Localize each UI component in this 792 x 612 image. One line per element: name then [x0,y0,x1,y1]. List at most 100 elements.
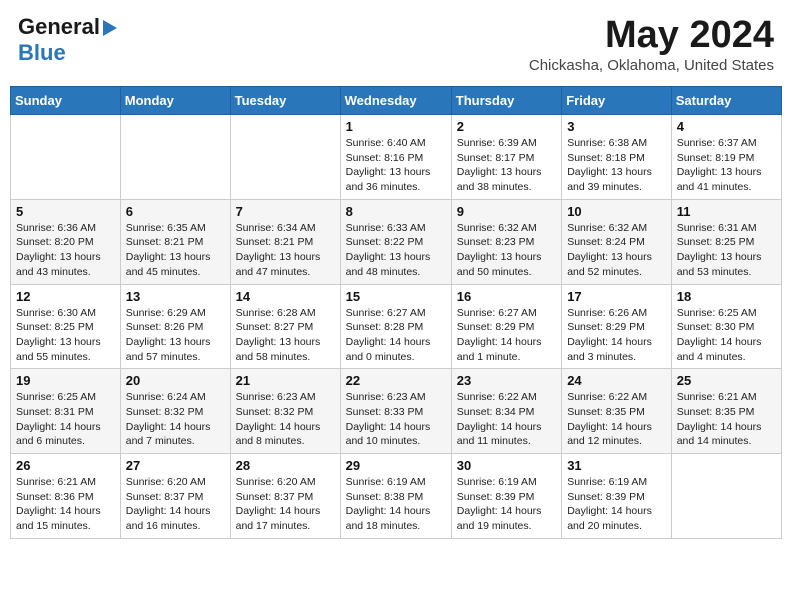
day-info: Sunrise: 6:19 AMSunset: 8:39 PMDaylight:… [567,475,666,534]
day-number: 23 [457,373,556,388]
calendar-day-header: Saturday [671,87,781,115]
day-number: 4 [677,119,776,134]
calendar-day-header: Wednesday [340,87,451,115]
calendar-cell: 1Sunrise: 6:40 AMSunset: 8:16 PMDaylight… [340,115,451,200]
calendar-cell: 15 Sunrise: 6:27 AMSunset: 8:28 PMDayligh… [340,284,451,369]
calendar-cell: 13 Sunrise: 6:29 AMSunset: 8:26 PMDayligh… [120,284,230,369]
calendar-week-row: 1Sunrise: 6:40 AMSunset: 8:16 PMDaylight… [11,115,782,200]
calendar-cell: 3 Sunrise: 6:38 AMSunset: 8:18 PMDaylight… [562,115,672,200]
calendar-cell: 22Sunrise: 6:23 AMSunset: 8:33 PMDayligh… [340,369,451,454]
day-number: 15 [346,289,446,304]
day-info: Sunrise: 6:21 AMSunset: 8:36 PMDaylight:… [16,475,115,534]
calendar-day-header: Thursday [451,87,561,115]
day-number: 25 [677,373,776,388]
day-info: Sunrise: 6:20 AMSunset: 8:37 PMDaylight:… [236,475,335,534]
day-number: 6 [126,204,225,219]
day-info: Sunrise: 6:24 AMSunset: 8:32 PMDaylight:… [126,390,225,449]
calendar-cell: 4 Sunrise: 6:37 AMSunset: 8:19 PMDaylight… [671,115,781,200]
calendar-cell: 23Sunrise: 6:22 AMSunset: 8:34 PMDayligh… [451,369,561,454]
calendar-cell: 12 Sunrise: 6:30 AMSunset: 8:25 PMDayligh… [11,284,121,369]
day-info: Sunrise: 6:23 AMSunset: 8:33 PMDaylight:… [346,390,446,449]
day-info: Sunrise: 6:19 AMSunset: 8:39 PMDaylight:… [457,475,556,534]
day-number: 12 [16,289,115,304]
calendar-cell: 17 Sunrise: 6:26 AMSunset: 8:29 PMDayligh… [562,284,672,369]
day-number: 3 [567,119,666,134]
logo: General Blue [18,14,117,66]
day-info: Sunrise: 6:27 AMSunset: 8:28 PMDaylight:… [346,306,446,365]
day-number: 31 [567,458,666,473]
day-number: 5 [16,204,115,219]
calendar-cell: 26 Sunrise: 6:21 AMSunset: 8:36 PMDayligh… [11,454,121,539]
calendar-cell: 27Sunrise: 6:20 AMSunset: 8:37 PMDayligh… [120,454,230,539]
day-info: Sunrise: 6:29 AMSunset: 8:26 PMDaylight:… [126,306,225,365]
day-info: Sunrise: 6:25 AMSunset: 8:31 PMDaylight:… [16,390,115,449]
day-number: 2 [457,119,556,134]
calendar-day-header: Friday [562,87,672,115]
logo-general: General [18,14,100,40]
day-info: Sunrise: 6:35 AMSunset: 8:21 PMDaylight:… [126,221,225,280]
calendar-cell: 5 Sunrise: 6:36 AMSunset: 8:20 PMDaylight… [11,199,121,284]
day-info: Sunrise: 6:26 AMSunset: 8:29 PMDaylight:… [567,306,666,365]
day-info: Sunrise: 6:32 AMSunset: 8:24 PMDaylight:… [567,221,666,280]
calendar-cell: 18 Sunrise: 6:25 AMSunset: 8:30 PMDayligh… [671,284,781,369]
calendar-cell [120,115,230,200]
calendar-cell [230,115,340,200]
calendar-cell [671,454,781,539]
logo-blue: Blue [18,40,66,65]
day-number: 9 [457,204,556,219]
calendar-cell: 11 Sunrise: 6:31 AMSunset: 8:25 PMDayligh… [671,199,781,284]
day-number: 30 [457,458,556,473]
calendar-cell: 20 Sunrise: 6:24 AMSunset: 8:32 PMDayligh… [120,369,230,454]
day-number: 20 [126,373,225,388]
calendar-cell: 14 Sunrise: 6:28 AMSunset: 8:27 PMDayligh… [230,284,340,369]
day-info: Sunrise: 6:39 AMSunset: 8:17 PMDaylight:… [457,136,556,195]
day-info: Sunrise: 6:38 AMSunset: 8:18 PMDaylight:… [567,136,666,195]
day-number: 13 [126,289,225,304]
day-info: Sunrise: 6:36 AMSunset: 8:20 PMDaylight:… [16,221,115,280]
day-info: Sunrise: 6:19 AMSunset: 8:38 PMDaylight:… [346,475,446,534]
day-info: Sunrise: 6:21 AMSunset: 8:35 PMDaylight:… [677,390,776,449]
day-number: 14 [236,289,335,304]
day-info: Sunrise: 6:34 AMSunset: 8:21 PMDaylight:… [236,221,335,280]
day-info: Sunrise: 6:25 AMSunset: 8:30 PMDaylight:… [677,306,776,365]
day-info: Sunrise: 6:37 AMSunset: 8:19 PMDaylight:… [677,136,776,195]
day-info: Sunrise: 6:33 AMSunset: 8:22 PMDaylight:… [346,221,446,280]
day-number: 7 [236,204,335,219]
day-number: 24 [567,373,666,388]
calendar-cell: 30 Sunrise: 6:19 AMSunset: 8:39 PMDayligh… [451,454,561,539]
calendar-header-row: SundayMondayTuesdayWednesdayThursdayFrid… [11,87,782,115]
page-header: General Blue May 2024 Chickasha, Oklahom… [10,10,782,78]
day-info: Sunrise: 6:30 AMSunset: 8:25 PMDaylight:… [16,306,115,365]
day-number: 27 [126,458,225,473]
day-number: 29 [346,458,446,473]
calendar-table: SundayMondayTuesdayWednesdayThursdayFrid… [10,86,782,539]
calendar-cell: 19 Sunrise: 6:25 AMSunset: 8:31 PMDayligh… [11,369,121,454]
calendar-week-row: 12 Sunrise: 6:30 AMSunset: 8:25 PMDayligh… [11,284,782,369]
day-number: 11 [677,204,776,219]
month-title: May 2024 [529,14,774,57]
day-number: 17 [567,289,666,304]
calendar-day-header: Sunday [11,87,121,115]
calendar-week-row: 19 Sunrise: 6:25 AMSunset: 8:31 PMDayligh… [11,369,782,454]
calendar-cell: 24Sunrise: 6:22 AMSunset: 8:35 PMDayligh… [562,369,672,454]
day-info: Sunrise: 6:27 AMSunset: 8:29 PMDaylight:… [457,306,556,365]
logo-arrow-icon [103,20,117,36]
day-number: 19 [16,373,115,388]
location: Chickasha, Oklahoma, United States [529,57,774,74]
day-number: 1 [346,119,446,134]
calendar-cell: 8 Sunrise: 6:33 AMSunset: 8:22 PMDaylight… [340,199,451,284]
calendar-cell [11,115,121,200]
calendar-day-header: Monday [120,87,230,115]
calendar-cell: 31 Sunrise: 6:19 AMSunset: 8:39 PMDayligh… [562,454,672,539]
day-info: Sunrise: 6:28 AMSunset: 8:27 PMDaylight:… [236,306,335,365]
calendar-cell: 2 Sunrise: 6:39 AMSunset: 8:17 PMDaylight… [451,115,561,200]
title-section: May 2024 Chickasha, Oklahoma, United Sta… [529,14,774,74]
day-info: Sunrise: 6:31 AMSunset: 8:25 PMDaylight:… [677,221,776,280]
day-number: 28 [236,458,335,473]
day-number: 8 [346,204,446,219]
day-number: 26 [16,458,115,473]
day-number: 10 [567,204,666,219]
day-number: 18 [677,289,776,304]
calendar-cell: 7 Sunrise: 6:34 AMSunset: 8:21 PMDaylight… [230,199,340,284]
calendar-cell: 21Sunrise: 6:23 AMSunset: 8:32 PMDayligh… [230,369,340,454]
